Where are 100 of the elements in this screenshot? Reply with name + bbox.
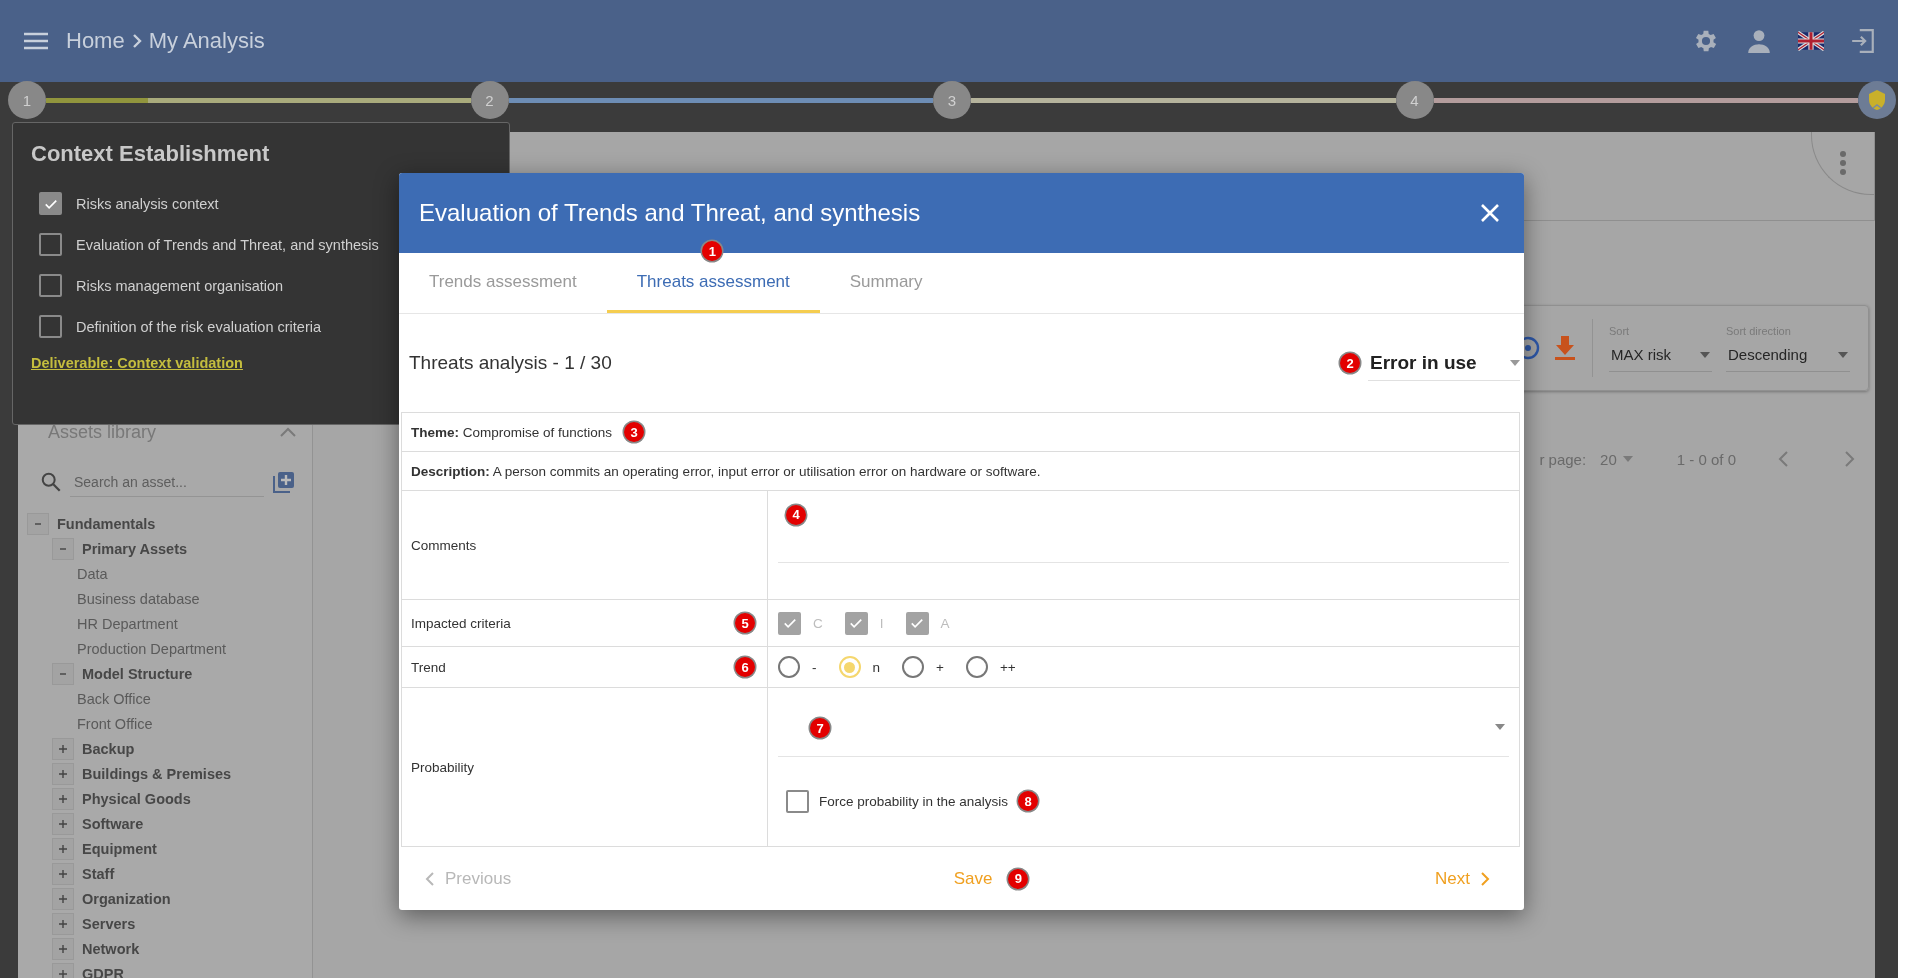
rows-per-page-select[interactable]: 20 (1600, 450, 1633, 468)
tree-node[interactable]: Equipment (82, 840, 157, 857)
expand-toggle[interactable] (52, 787, 74, 810)
chevron-right-icon (1480, 871, 1490, 886)
plus-icon (58, 893, 68, 904)
tree-node[interactable]: Physical Goods (82, 790, 191, 807)
callout-marker: 2 (1340, 353, 1360, 373)
save-button[interactable]: Save (947, 864, 999, 893)
radio-label: n (872, 659, 880, 675)
step-marker[interactable]: 1 (8, 81, 46, 119)
radio-label: + (936, 659, 944, 675)
download-icon[interactable] (1554, 336, 1576, 360)
checkbox[interactable] (786, 789, 809, 813)
more-icon[interactable] (1839, 150, 1847, 176)
next-button[interactable]: Next (1429, 864, 1496, 893)
description-text: Description: A person commits an operating error, input error or utilisation error on hardware or software. (411, 463, 1041, 479)
tree-node[interactable]: Fundamentals (57, 515, 156, 532)
expand-toggle[interactable] (52, 837, 74, 860)
sort-direction-select[interactable]: Descending (1726, 338, 1850, 372)
tree-node[interactable]: Network (82, 940, 140, 957)
checkbox-label: Force probability in the analysis (819, 793, 1009, 809)
deliverable-link[interactable]: Deliverable: Context validation (31, 355, 243, 371)
logo-icon[interactable] (1858, 81, 1896, 119)
caret-icon (1838, 351, 1848, 358)
checklist-item[interactable]: Risks analysis context (76, 195, 219, 212)
tree-node[interactable]: Software (82, 815, 144, 832)
collapse-toggle[interactable] (52, 662, 74, 685)
tree-node[interactable]: Backup (82, 740, 135, 757)
plus-icon (58, 868, 68, 879)
checkbox[interactable] (39, 233, 62, 256)
tab[interactable]: Trends assessment (399, 253, 607, 313)
step-marker[interactable]: 3 (933, 81, 971, 119)
caret-icon (1495, 724, 1505, 730)
checkbox[interactable] (39, 192, 62, 215)
tree-leaf[interactable]: Front Office (77, 711, 312, 736)
chevron-left-icon (425, 871, 435, 886)
breadcrumb-link[interactable]: My Analysis (148, 28, 265, 54)
collapse-toggle[interactable] (52, 537, 74, 560)
add-icon[interactable] (272, 470, 296, 494)
step-marker[interactable]: 2 (470, 81, 509, 119)
step-marker[interactable]: 4 (1395, 81, 1434, 119)
tree-node[interactable]: Model Structure (82, 665, 193, 682)
checkbox-label: A (940, 615, 950, 631)
checklist-item[interactable]: Risks management organisation (76, 277, 284, 294)
sort-select[interactable]: MAX risk (1609, 338, 1712, 372)
tree-leaf[interactable]: Back Office (77, 686, 312, 711)
user-icon[interactable] (1746, 28, 1772, 54)
tree-node[interactable]: Primary Assets (82, 540, 188, 557)
caret-icon (1700, 351, 1710, 358)
expand-toggle[interactable] (52, 812, 74, 835)
breadcrumb-link[interactable]: Home (66, 28, 125, 54)
callout-marker: 9 (1008, 868, 1029, 889)
expand-toggle[interactable] (52, 962, 74, 978)
menu-title: Context Establishment (31, 141, 271, 167)
radio-button[interactable] (965, 656, 988, 678)
expand-toggle[interactable] (52, 887, 74, 910)
expand-toggle[interactable] (52, 762, 74, 785)
tree-leaf[interactable]: HR Department (77, 611, 312, 636)
checklist-item[interactable]: Evaluation of Trends and Threat, and synthesis (76, 236, 379, 253)
callout-marker: 8 (1018, 791, 1039, 811)
collapse-toggle[interactable] (27, 512, 49, 535)
callout-marker: 4 (786, 505, 806, 525)
checklist-item[interactable]: Definition of the risk evaluation criteria (76, 318, 321, 335)
rows-per-page-label: r page: (1539, 450, 1587, 468)
callout-marker: 7 (810, 718, 830, 738)
theme-text: Theme: Compromise of functions (411, 424, 613, 440)
expand-toggle[interactable] (52, 912, 74, 935)
chevron-right-icon (130, 33, 143, 49)
row-label: Probability (411, 759, 475, 775)
tab[interactable]: Summary (819, 253, 953, 313)
threat-select[interactable]: Error in use (1368, 345, 1520, 381)
tree-node[interactable]: Servers (82, 915, 136, 932)
tree-node[interactable]: Staff (82, 865, 115, 882)
expand-toggle[interactable] (52, 862, 74, 885)
row-label: Impacted criteria (411, 615, 511, 631)
checkbox[interactable] (39, 274, 62, 297)
expand-toggle[interactable] (52, 737, 74, 760)
plus-icon (58, 968, 68, 978)
menu-icon[interactable] (24, 32, 48, 50)
tree-leaf[interactable]: Production Department (77, 636, 312, 661)
flag-icon[interactable] (1798, 31, 1824, 51)
radio-button[interactable] (902, 656, 924, 678)
checkbox[interactable] (39, 315, 62, 338)
plus-icon (58, 918, 68, 929)
tree-node[interactable]: Organization (82, 890, 171, 907)
callout-marker: 1 (702, 241, 723, 261)
logout-icon[interactable] (1850, 28, 1876, 54)
search-icon[interactable] (40, 471, 62, 493)
radio-label: ++ (999, 659, 1016, 675)
radio-button[interactable] (778, 656, 800, 678)
checkbox-label: C (813, 615, 823, 631)
tree-leaf[interactable]: Data (77, 561, 312, 586)
chevron-up-icon[interactable] (280, 427, 296, 437)
tree-node[interactable]: GDPR (82, 965, 124, 978)
expand-toggle[interactable] (52, 937, 74, 960)
checkbox-label: I (879, 615, 884, 631)
tree-node[interactable]: Buildings & Premises (82, 765, 232, 782)
tree-leaf[interactable]: Business database (77, 586, 312, 611)
search-field[interactable]: Search an asset... (70, 467, 264, 497)
probability-select[interactable]: 7 (778, 698, 1509, 757)
